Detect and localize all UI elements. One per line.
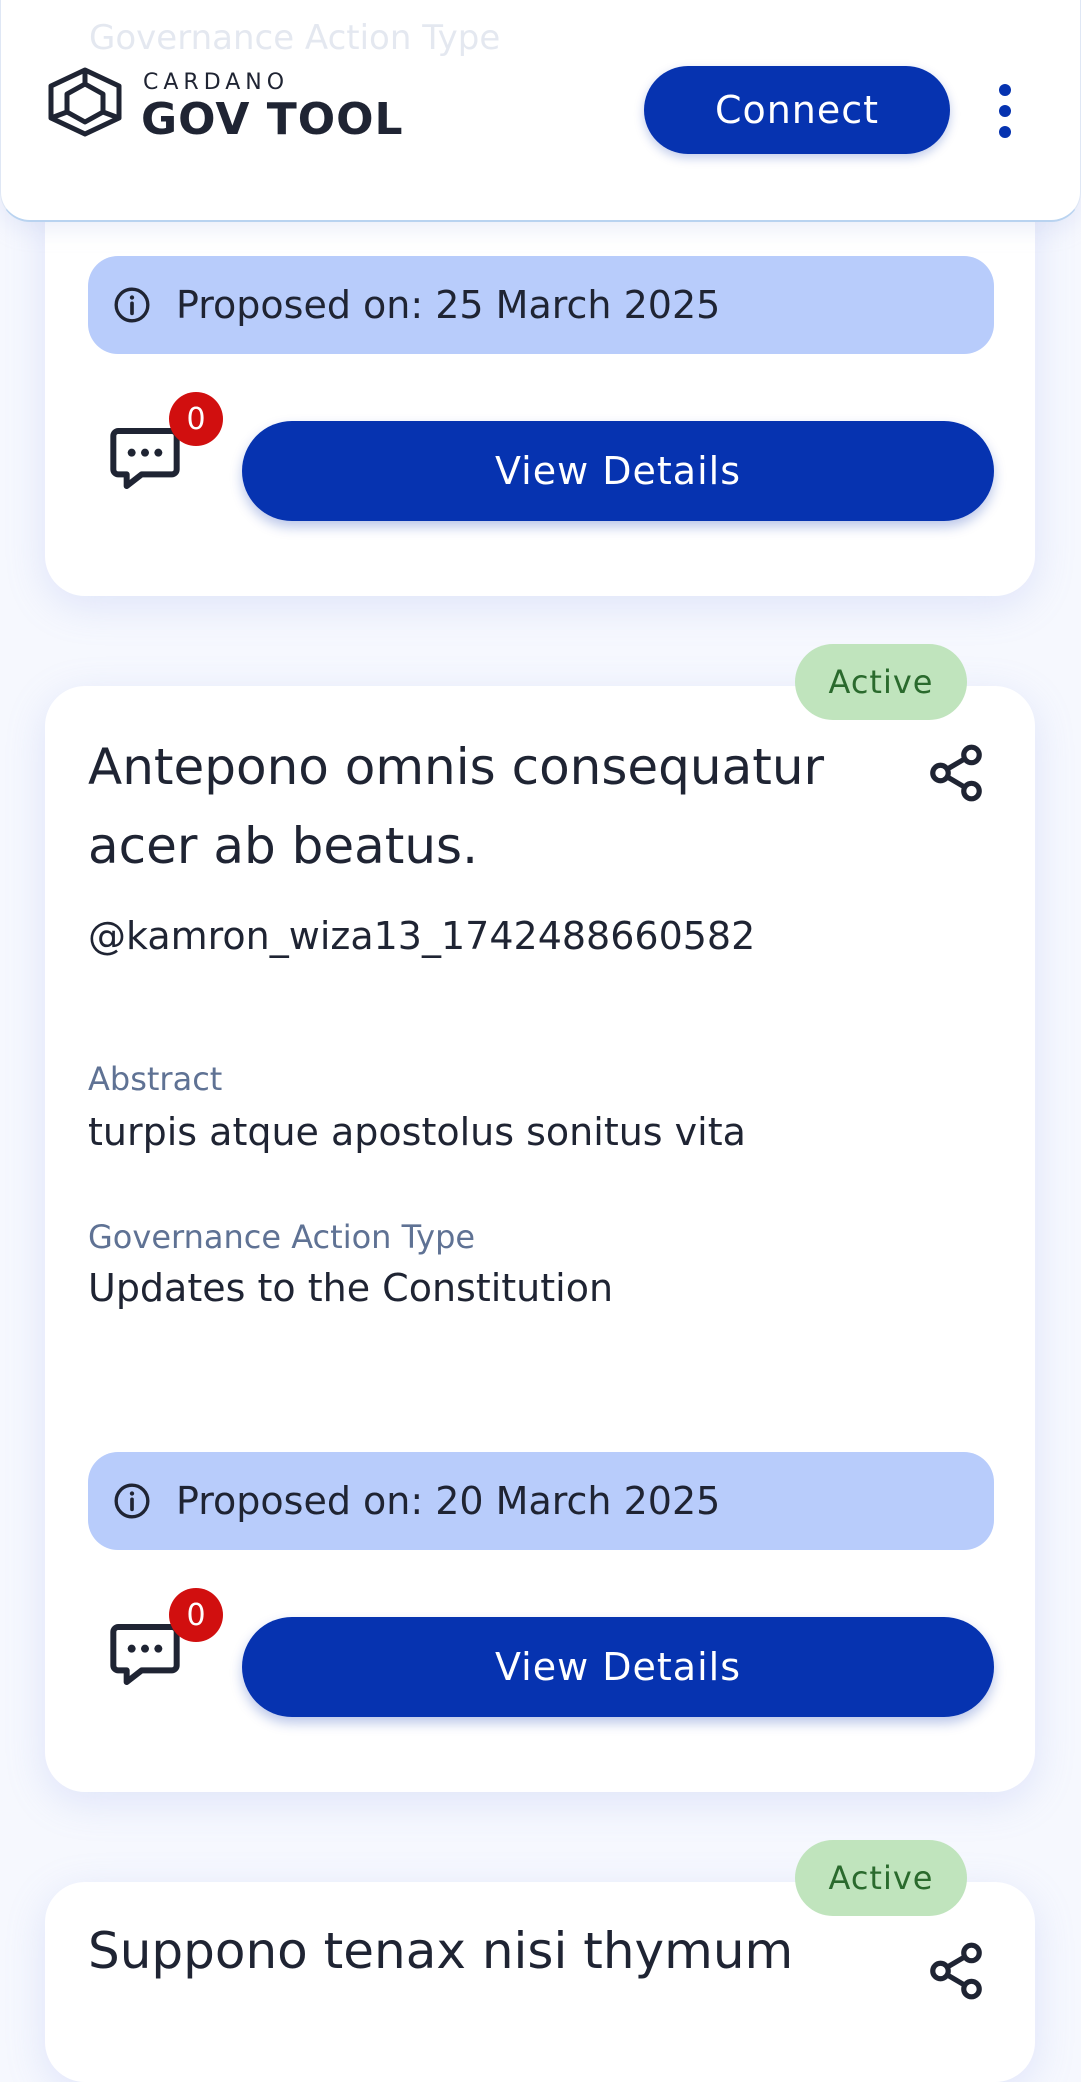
- more-vertical-icon[interactable]: [991, 84, 1019, 138]
- proposal-title: Antepono omnis consequatur acer ab beatu…: [88, 738, 825, 875]
- abstract-value: turpis atque apostolus sonitus vita: [88, 1110, 746, 1154]
- view-details-button[interactable]: View Details: [242, 421, 994, 521]
- proposal-title: Suppono tenax nisi thymum: [88, 1922, 794, 1980]
- status-badge: Active: [795, 1840, 967, 1916]
- scrolled-behind-label: Governance Action Type: [89, 18, 501, 58]
- brand-name-bottom: GOV TOOL: [141, 94, 404, 145]
- comments-button[interactable]: 0: [105, 392, 225, 512]
- brand-name-top: CARDANO: [143, 70, 290, 95]
- status-badge: Active: [795, 644, 967, 720]
- app-header: Governance Action Type CARDANO GOV TOOL …: [0, 0, 1081, 222]
- view-details-button[interactable]: View Details: [242, 1617, 994, 1717]
- cardano-logo-icon[interactable]: [45, 66, 125, 138]
- comment-count-badge: 0: [169, 1588, 223, 1642]
- info-icon: [114, 1483, 150, 1519]
- share-icon[interactable]: [925, 742, 987, 804]
- comments-button[interactable]: 0: [105, 1588, 225, 1708]
- abstract-label: Abstract: [88, 1060, 223, 1098]
- proposal-card: Antepono omnis consequatur acer ab beatu…: [45, 686, 1035, 1792]
- proposed-date-box: Proposed on: 25 March 2025: [88, 256, 994, 354]
- comment-count-badge: 0: [169, 392, 223, 446]
- proposed-date: Proposed on: 20 March 2025: [176, 1479, 721, 1523]
- proposed-date-box: Proposed on: 20 March 2025: [88, 1452, 994, 1550]
- proposer-username: @kamron_wiza13_1742488660582: [88, 914, 756, 958]
- connect-wallet-button[interactable]: Connect: [644, 66, 950, 154]
- action-type-value: Updates to the Constitution: [88, 1266, 614, 1310]
- share-icon[interactable]: [925, 1940, 987, 2002]
- info-icon: [114, 287, 150, 323]
- proposed-date: Proposed on: 25 March 2025: [176, 283, 721, 327]
- action-type-label: Governance Action Type: [88, 1218, 476, 1256]
